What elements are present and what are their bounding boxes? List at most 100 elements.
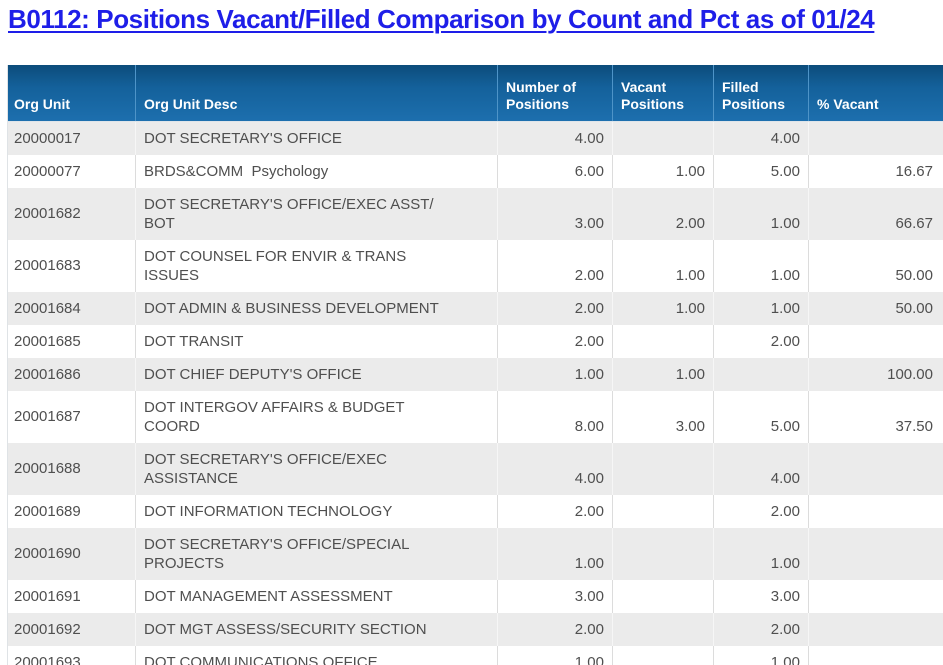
cell-pct-vacant — [808, 612, 943, 646]
cell-pct-vacant — [808, 645, 943, 665]
cell-org-unit-desc: DOT INFORMATION TECHNOLOGY — [135, 494, 498, 528]
column-header-pct-vacant: % Vacant — [808, 65, 943, 122]
cell-org-unit: 20001687 — [7, 390, 136, 443]
column-header-vacant-positions: Vacant Positions — [612, 65, 714, 122]
cell-number-positions: 1.00 — [497, 645, 613, 665]
cell-number-positions: 2.00 — [497, 239, 613, 292]
cell-vacant-positions: 1.00 — [612, 154, 714, 188]
cell-number-positions: 2.00 — [497, 494, 613, 528]
cell-org-unit-desc: DOT SECRETARY'S OFFICE/EXEC ASSISTANCE — [135, 442, 498, 495]
cell-org-unit-desc: DOT MANAGEMENT ASSESSMENT — [135, 579, 498, 613]
cell-filled-positions: 2.00 — [713, 324, 809, 358]
cell-org-unit-desc: DOT SECRETARY'S OFFICE/SPECIAL PROJECTS — [135, 527, 498, 580]
cell-vacant-positions — [612, 442, 714, 495]
cell-number-positions: 3.00 — [497, 187, 613, 240]
cell-pct-vacant: 16.67 — [808, 154, 943, 188]
cell-number-positions: 8.00 — [497, 390, 613, 443]
cell-pct-vacant — [808, 527, 943, 580]
table-row: 20001689 DOT INFORMATION TECHNOLOGY 2.00… — [7, 494, 943, 528]
cell-filled-positions: 2.00 — [713, 612, 809, 646]
cell-org-unit-desc: DOT TRANSIT — [135, 324, 498, 358]
table-row: 20001686 DOT CHIEF DEPUTY'S OFFICE 1.00 … — [7, 357, 943, 391]
cell-filled-positions: 2.00 — [713, 494, 809, 528]
cell-pct-vacant: 50.00 — [808, 239, 943, 292]
table-row: 20001693 DOT COMMUNICATIONS OFFICE 1.00 … — [7, 645, 943, 665]
cell-number-positions: 4.00 — [497, 121, 613, 155]
cell-org-unit-desc: DOT MGT ASSESS/SECURITY SECTION — [135, 612, 498, 646]
cell-number-positions: 4.00 — [497, 442, 613, 495]
positions-report-table: Org Unit Org Unit Desc Number of Positio… — [7, 65, 943, 665]
table-row: 20000077 BRDS&COMM Psychology 6.00 1.00 … — [7, 154, 943, 188]
cell-org-unit: 20001686 — [7, 357, 136, 391]
cell-org-unit: 20000077 — [7, 154, 136, 188]
cell-org-unit: 20000017 — [7, 121, 136, 155]
cell-filled-positions: 1.00 — [713, 187, 809, 240]
cell-pct-vacant: 66.67 — [808, 187, 943, 240]
table-row: 20001692 DOT MGT ASSESS/SECURITY SECTION… — [7, 612, 943, 646]
cell-org-unit-desc: DOT COUNSEL FOR ENVIR & TRANS ISSUES — [135, 239, 498, 292]
cell-filled-positions: 4.00 — [713, 121, 809, 155]
cell-filled-positions: 1.00 — [713, 291, 809, 325]
cell-filled-positions: 1.00 — [713, 239, 809, 292]
cell-org-unit: 20001683 — [7, 239, 136, 292]
table-row: 20001683 DOT COUNSEL FOR ENVIR & TRANS I… — [7, 239, 943, 292]
cell-number-positions: 2.00 — [497, 324, 613, 358]
cell-number-positions: 3.00 — [497, 579, 613, 613]
cell-pct-vacant: 37.50 — [808, 390, 943, 443]
cell-vacant-positions — [612, 527, 714, 580]
cell-org-unit-desc: DOT SECRETARY'S OFFICE — [135, 121, 498, 155]
cell-number-positions: 6.00 — [497, 154, 613, 188]
cell-vacant-positions — [612, 324, 714, 358]
cell-org-unit-desc: DOT SECRETARY'S OFFICE/EXEC ASST/ BOT — [135, 187, 498, 240]
column-header-org-unit-desc: Org Unit Desc — [135, 65, 498, 122]
cell-filled-positions — [713, 357, 809, 391]
table-row: 20001682 DOT SECRETARY'S OFFICE/EXEC ASS… — [7, 187, 943, 240]
cell-filled-positions: 4.00 — [713, 442, 809, 495]
cell-org-unit-desc: DOT INTERGOV AFFAIRS & BUDGET COORD — [135, 390, 498, 443]
cell-filled-positions: 3.00 — [713, 579, 809, 613]
cell-vacant-positions — [612, 494, 714, 528]
cell-vacant-positions — [612, 645, 714, 665]
cell-number-positions: 2.00 — [497, 612, 613, 646]
table-row: 20001691 DOT MANAGEMENT ASSESSMENT 3.00 … — [7, 579, 943, 613]
cell-org-unit-desc: DOT ADMIN & BUSINESS DEVELOPMENT — [135, 291, 498, 325]
header-row: Org Unit Org Unit Desc Number of Positio… — [7, 65, 943, 122]
column-header-filled-positions: Filled Positions — [713, 65, 809, 122]
cell-org-unit: 20001685 — [7, 324, 136, 358]
cell-vacant-positions — [612, 612, 714, 646]
cell-number-positions: 1.00 — [497, 527, 613, 580]
table-row: 20001684 DOT ADMIN & BUSINESS DEVELOPMEN… — [7, 291, 943, 325]
column-header-number-positions: Number of Positions — [497, 65, 613, 122]
cell-org-unit-desc: BRDS&COMM Psychology — [135, 154, 498, 188]
cell-vacant-positions — [612, 579, 714, 613]
cell-number-positions: 1.00 — [497, 357, 613, 391]
cell-vacant-positions: 1.00 — [612, 291, 714, 325]
table-header: Org Unit Org Unit Desc Number of Positio… — [7, 65, 943, 122]
report-title-link[interactable]: B0112: Positions Vacant/Filled Compariso… — [8, 4, 875, 34]
cell-org-unit: 20001682 — [7, 187, 136, 240]
table-row: 20001690 DOT SECRETARY'S OFFICE/SPECIAL … — [7, 527, 943, 580]
cell-org-unit: 20001689 — [7, 494, 136, 528]
cell-vacant-positions: 3.00 — [612, 390, 714, 443]
cell-pct-vacant: 100.00 — [808, 357, 943, 391]
table-row: 20001688 DOT SECRETARY'S OFFICE/EXEC ASS… — [7, 442, 943, 495]
cell-pct-vacant: 50.00 — [808, 291, 943, 325]
cell-org-unit-desc: DOT COMMUNICATIONS OFFICE — [135, 645, 498, 665]
cell-vacant-positions: 1.00 — [612, 357, 714, 391]
cell-org-unit: 20001690 — [7, 527, 136, 580]
table-row: 20001685 DOT TRANSIT 2.00 2.00 — [7, 324, 943, 358]
cell-number-positions: 2.00 — [497, 291, 613, 325]
cell-filled-positions: 5.00 — [713, 154, 809, 188]
cell-org-unit: 20001693 — [7, 645, 136, 665]
cell-pct-vacant — [808, 324, 943, 358]
table-row: 20001687 DOT INTERGOV AFFAIRS & BUDGET C… — [7, 390, 943, 443]
cell-pct-vacant — [808, 494, 943, 528]
cell-org-unit: 20001688 — [7, 442, 136, 495]
cell-org-unit: 20001691 — [7, 579, 136, 613]
column-header-org-unit: Org Unit — [7, 65, 136, 122]
cell-pct-vacant — [808, 579, 943, 613]
table-body: 20000017 DOT SECRETARY'S OFFICE 4.00 4.0… — [7, 121, 943, 665]
cell-vacant-positions: 1.00 — [612, 239, 714, 292]
cell-pct-vacant — [808, 442, 943, 495]
cell-vacant-positions: 2.00 — [612, 187, 714, 240]
